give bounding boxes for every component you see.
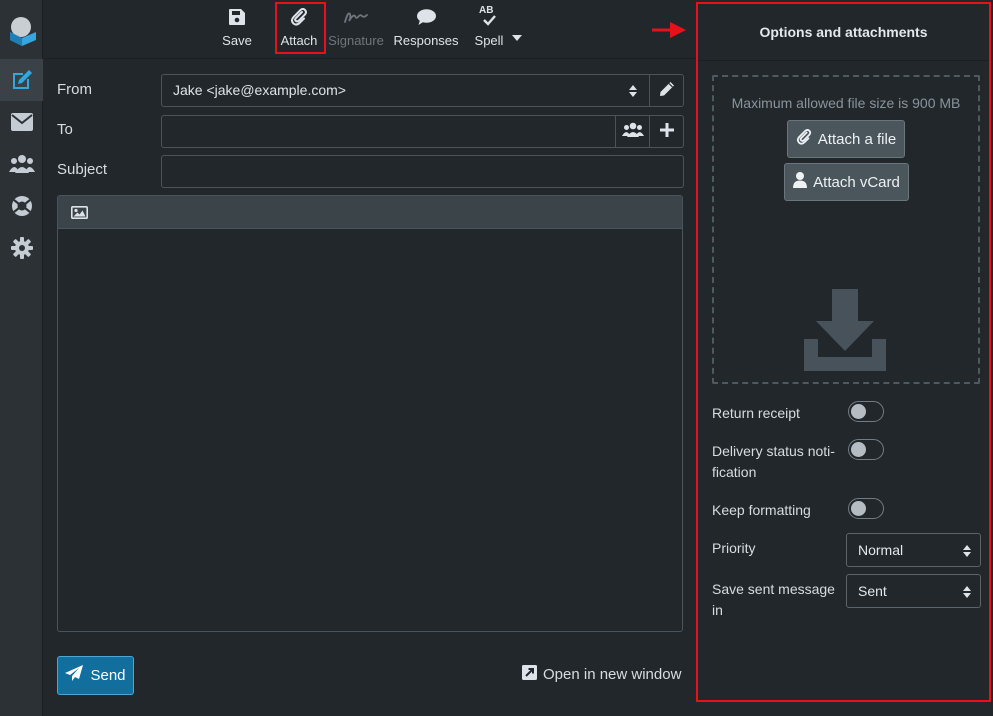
priority-select[interactable]: Normal [846,533,981,567]
save-label: Save [222,33,252,48]
help-icon [11,195,33,217]
image-icon[interactable] [71,206,88,222]
panel-title: Options and attachments [698,4,989,61]
sort-arrows-icon [963,585,971,601]
save-sent-label-line2: in [712,602,723,618]
compose-toolbar: Save Attach Signature Responses AB Spell [44,0,696,59]
keep-formatting-label: Keep formatting [712,502,811,518]
address-book-icon [621,122,644,141]
attach-vcard-button[interactable]: Attach vCard [784,163,909,201]
signature-label: Signature [328,33,384,48]
save-sent-select[interactable]: Sent [846,574,981,608]
attachment-drop-zone[interactable]: Maximum allowed file size is 900 MB Atta… [712,75,980,384]
send-label: Send [90,667,126,684]
nav-mail[interactable] [0,101,43,143]
nav-settings[interactable] [0,227,43,269]
compose-screen: Save Attach Signature Responses AB Spell… [0,0,993,716]
chevron-down-icon [512,28,522,44]
return-receipt-toggle[interactable] [848,401,884,422]
download-icon [804,289,888,374]
nav-compose[interactable] [0,59,43,101]
attach-highlight-box [275,2,326,54]
responses-button[interactable]: Responses [393,6,459,56]
delivery-status-label-line1: Delivery status noti- [712,443,835,459]
external-window-icon [522,665,537,684]
to-input[interactable] [161,115,684,148]
nav-contacts[interactable] [0,143,43,185]
from-label: From [57,81,92,98]
add-recipient-button[interactable] [649,116,683,147]
responses-label: Responses [393,33,459,48]
red-arrow-annotation [652,22,686,41]
paper-plane-icon [65,665,84,686]
navigation-rail [0,0,43,716]
max-file-size-hint: Maximum allowed file size is 900 MB [731,95,961,111]
nav-help[interactable] [0,185,43,227]
paperclip-icon [796,129,812,149]
settings-icon [10,237,33,259]
open-in-new-window-link[interactable]: Open in new window [522,665,681,684]
toggle-knob [851,404,866,419]
keep-formatting-toggle[interactable] [848,498,884,519]
from-select[interactable]: Jake <jake@example.com> [161,74,684,107]
pencil-icon [659,81,675,100]
subject-input[interactable] [161,155,684,188]
user-icon [793,172,808,192]
comment-icon [416,6,436,28]
contacts-icon [8,154,35,174]
spell-dropdown[interactable] [512,28,522,44]
spell-button[interactable]: AB Spell [474,5,504,56]
subject-label: Subject [57,161,108,178]
delivery-status-label-line2: fication [712,464,757,480]
signature-button[interactable]: Signature [328,6,384,56]
save-sent-label-line1: Save sent message [712,581,835,597]
delivery-status-toggle[interactable] [848,439,884,460]
to-label: To [57,121,73,138]
open-in-new-window-label: Open in new window [543,666,682,683]
send-button[interactable]: Send [57,656,134,695]
address-book-button[interactable] [615,116,649,147]
delivery-status-label: Delivery status noti- fication [712,441,835,483]
editor-toolbar [58,196,682,229]
priority-label: Priority [712,540,756,556]
attach-file-label: Attach a file [817,130,897,148]
compose-icon [10,68,34,92]
spellcheck-icon: AB [476,5,502,28]
save-sent-value: Sent [858,583,887,599]
toggle-knob [851,501,866,516]
attach-file-button[interactable]: Attach a file [787,120,905,158]
attach-vcard-label: Attach vCard [813,173,900,191]
signature-icon [344,6,368,28]
plus-icon [659,123,674,140]
return-receipt-label: Return receipt [712,405,800,421]
mail-icon [10,113,33,131]
sort-arrows-icon [629,84,637,100]
options-attachments-panel: Options and attachments Maximum allowed … [696,2,991,702]
save-sent-label: Save sent message in [712,579,835,621]
priority-value: Normal [858,542,904,558]
from-value: Jake <jake@example.com> [173,82,346,98]
save-button[interactable]: Save [222,6,252,56]
toggle-knob [851,442,866,457]
app-logo-icon[interactable] [6,14,38,46]
save-icon [229,6,245,28]
message-body-editor[interactable] [57,195,683,632]
sort-arrows-icon [963,544,971,560]
edit-identity-button[interactable] [649,75,683,106]
spell-label: Spell [474,33,504,48]
